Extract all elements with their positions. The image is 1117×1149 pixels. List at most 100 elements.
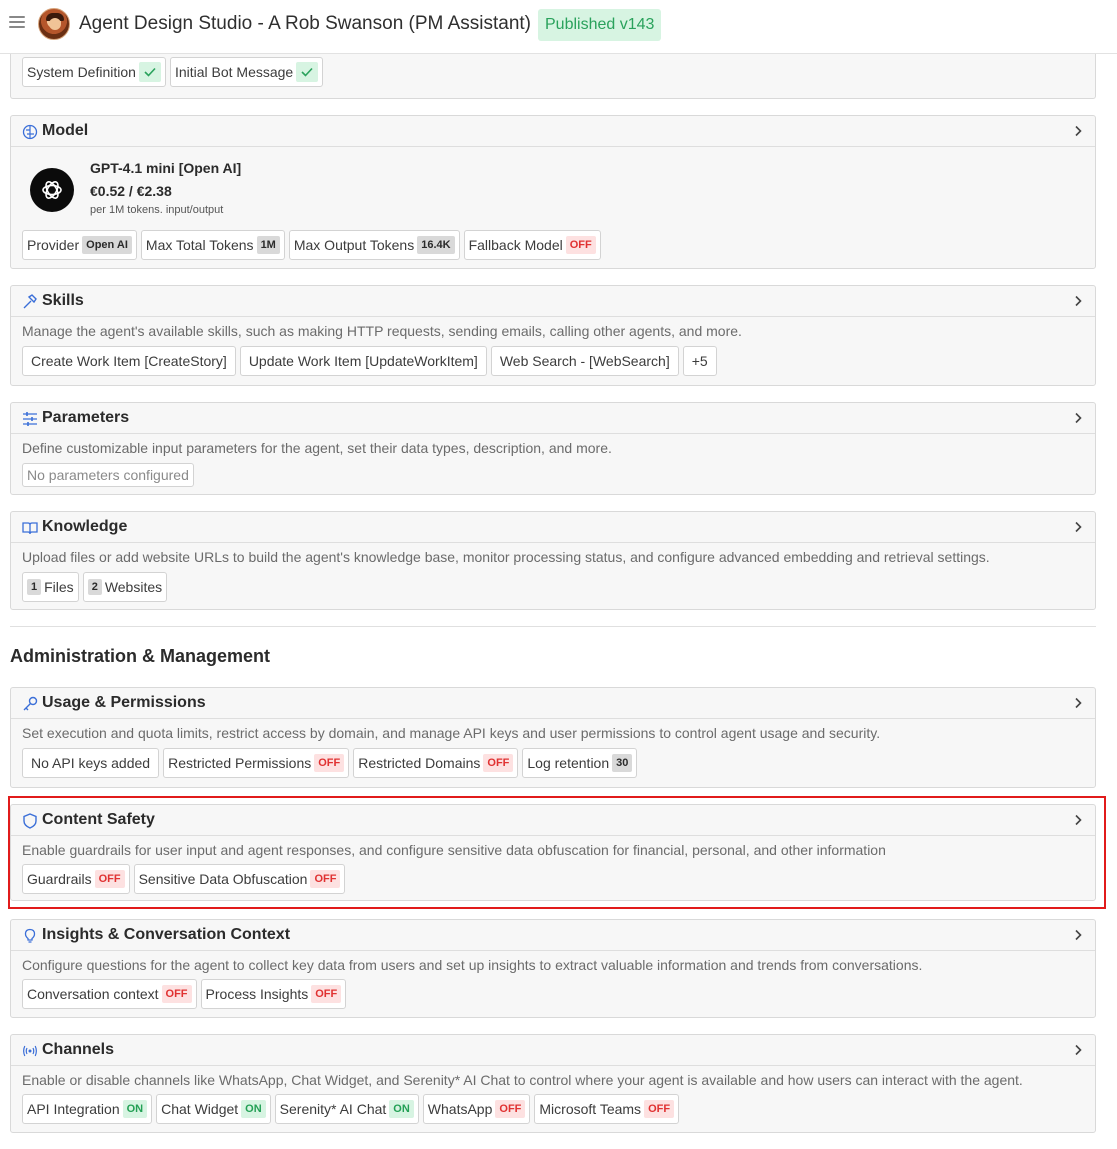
skill-chip[interactable]: Create Work Item [CreateStory] [22, 346, 236, 376]
no-parameters-chip: No parameters configured [22, 463, 194, 487]
chip-label: Serenity* AI Chat [279, 1101, 387, 1117]
knowledge-title: Knowledge [42, 518, 128, 535]
chip-label: Process Insights [205, 986, 309, 1002]
chevron-right-icon[interactable] [1071, 928, 1085, 942]
parameters-description: Define customizable input parameters for… [22, 440, 612, 456]
microsoft-teams-chip[interactable]: Microsoft Teams OFF [534, 1094, 680, 1124]
model-card: Model GPT-4.1 mini [Open AI] €0.52 / €2.… [10, 115, 1096, 269]
system-definition-chip[interactable]: System Definition [22, 57, 166, 87]
channels-card: Channels Enable or disable channels like… [10, 1034, 1096, 1133]
parameters-title: Parameters [42, 409, 130, 426]
chip-label: Microsoft Teams [539, 1101, 642, 1117]
initial-bot-message-chip[interactable]: Initial Bot Message [169, 57, 324, 87]
chip-label: Sensitive Data Obfuscation [138, 871, 308, 887]
api-keys-chip[interactable]: No API keys added [22, 748, 160, 778]
conversation-context-chip[interactable]: Conversation context OFF [22, 979, 197, 1009]
chip-badge: OFF [310, 870, 341, 888]
skills-card: Skills Manage the agent's available skil… [10, 285, 1096, 386]
guardrails-chip[interactable]: Guardrails OFF [22, 864, 130, 894]
published-status-badge: Published v143 [538, 9, 662, 41]
serenity-ai-chat-chip[interactable]: Serenity* AI Chat ON [274, 1094, 419, 1124]
chip-badge: ON [389, 1100, 414, 1118]
max-output-tokens-chip[interactable]: Max Output Tokens 16.4K [288, 230, 460, 260]
chip-label: API Integration [27, 1101, 120, 1117]
sensitive-data-obfuscation-chip[interactable]: Sensitive Data Obfuscation OFF [133, 864, 346, 894]
restricted-permissions-chip[interactable]: Restricted Permissions OFF [163, 748, 350, 778]
brain-icon [22, 124, 38, 140]
chip-badge: OFF [314, 754, 345, 772]
files-chip[interactable]: 1 Files [22, 572, 79, 602]
chip-label: Guardrails [27, 871, 92, 887]
chip-badge: 16.4K [417, 236, 455, 254]
insights-title: Insights & Conversation Context [42, 926, 291, 943]
hamburger-menu-icon[interactable] [9, 16, 25, 30]
model-card-header[interactable]: Model [11, 116, 1095, 147]
chevron-right-icon[interactable] [1071, 1043, 1085, 1057]
restricted-domains-chip[interactable]: Restricted Domains OFF [353, 748, 519, 778]
chevron-right-icon[interactable] [1071, 411, 1085, 425]
broadcast-icon [23, 1045, 37, 1057]
content-safety-card: Content Safety Enable guardrails for use… [10, 804, 1096, 901]
chevron-right-icon[interactable] [1071, 294, 1085, 308]
skills-description: Manage the agent's available skills, suc… [22, 323, 742, 339]
websites-chip[interactable]: 2 Websites [82, 572, 168, 602]
chip-badge: OFF [565, 236, 596, 254]
insights-card-header[interactable]: Insights & Conversation Context [11, 920, 1095, 951]
chip-badge: Open AI [82, 236, 132, 254]
insights-description: Configure questions for the agent to col… [22, 957, 923, 973]
app-header: Agent Design Studio - A Rob Swanson (PM … [0, 0, 1117, 54]
chip-badge: OFF [311, 985, 342, 1003]
chip-badge: OFF [495, 1100, 526, 1118]
whatsapp-chip[interactable]: WhatsApp OFF [422, 1094, 531, 1124]
chevron-right-icon[interactable] [1071, 124, 1085, 138]
chip-label: System Definition [27, 64, 136, 80]
hammer-icon [23, 294, 37, 309]
content-safety-description: Enable guardrails for user input and age… [22, 842, 886, 858]
skill-chip[interactable]: Update Work Item [UpdateWorkItem] [239, 346, 487, 376]
chip-label: Conversation context [27, 986, 159, 1002]
max-total-tokens-chip[interactable]: Max Total Tokens 1M [140, 230, 285, 260]
chip-label: Websites [104, 579, 163, 595]
channels-description: Enable or disable channels like WhatsApp… [22, 1072, 1023, 1088]
api-integration-chip[interactable]: API Integration ON [22, 1094, 153, 1124]
chat-widget-chip[interactable]: Chat Widget ON [156, 1094, 271, 1124]
fallback-model-chip[interactable]: Fallback Model OFF [463, 230, 601, 260]
chevron-right-icon[interactable] [1071, 813, 1085, 827]
content-safety-title: Content Safety [42, 811, 155, 828]
chip-label: Provider [27, 237, 80, 253]
chip-label: Restricted Permissions [168, 755, 312, 771]
usage-permissions-card: Usage & Permissions Set execution and qu… [10, 687, 1096, 788]
chevron-right-icon[interactable] [1071, 696, 1085, 710]
section-divider [10, 626, 1096, 627]
more-skills-chip[interactable]: +5 [682, 346, 717, 376]
chip-badge: 30 [612, 754, 633, 772]
log-retention-chip[interactable]: Log retention 30 [522, 748, 638, 778]
chip-label: Max Total Tokens [145, 237, 254, 253]
usage-card-header[interactable]: Usage & Permissions [11, 688, 1095, 719]
files-count: 1 [27, 579, 42, 595]
channels-card-header[interactable]: Channels [11, 1035, 1095, 1066]
skills-title: Skills [42, 292, 84, 309]
parameters-card-header[interactable]: Parameters [11, 403, 1095, 434]
lightbulb-icon [24, 928, 36, 943]
chip-label: Restricted Domains [358, 755, 481, 771]
skill-chip[interactable]: Web Search - [WebSearch] [490, 346, 679, 376]
content-safety-card-header[interactable]: Content Safety [11, 805, 1095, 836]
chip-label: Log retention [527, 755, 610, 771]
knowledge-card-header[interactable]: Knowledge [11, 512, 1095, 543]
insights-card: Insights & Conversation Context Configur… [10, 919, 1096, 1018]
provider-chip[interactable]: Provider Open AI [22, 230, 137, 260]
process-insights-chip[interactable]: Process Insights OFF [200, 979, 347, 1009]
prompt-card: System Definition Initial Bot Message [10, 54, 1096, 99]
chip-label: Files [44, 579, 74, 595]
chip-badge: ON [241, 1100, 266, 1118]
chevron-right-icon[interactable] [1071, 520, 1085, 534]
chip-badge: OFF [644, 1100, 675, 1118]
chip-badge: OFF [161, 985, 192, 1003]
agent-avatar [38, 8, 70, 40]
chip-label: Max Output Tokens [293, 237, 415, 253]
page-title: Agent Design Studio - A Rob Swanson (PM … [79, 13, 532, 34]
skills-card-header[interactable]: Skills [11, 286, 1095, 317]
admin-section-title: Administration & Management [10, 646, 271, 666]
model-price: €0.52 / €2.38 [90, 183, 172, 199]
